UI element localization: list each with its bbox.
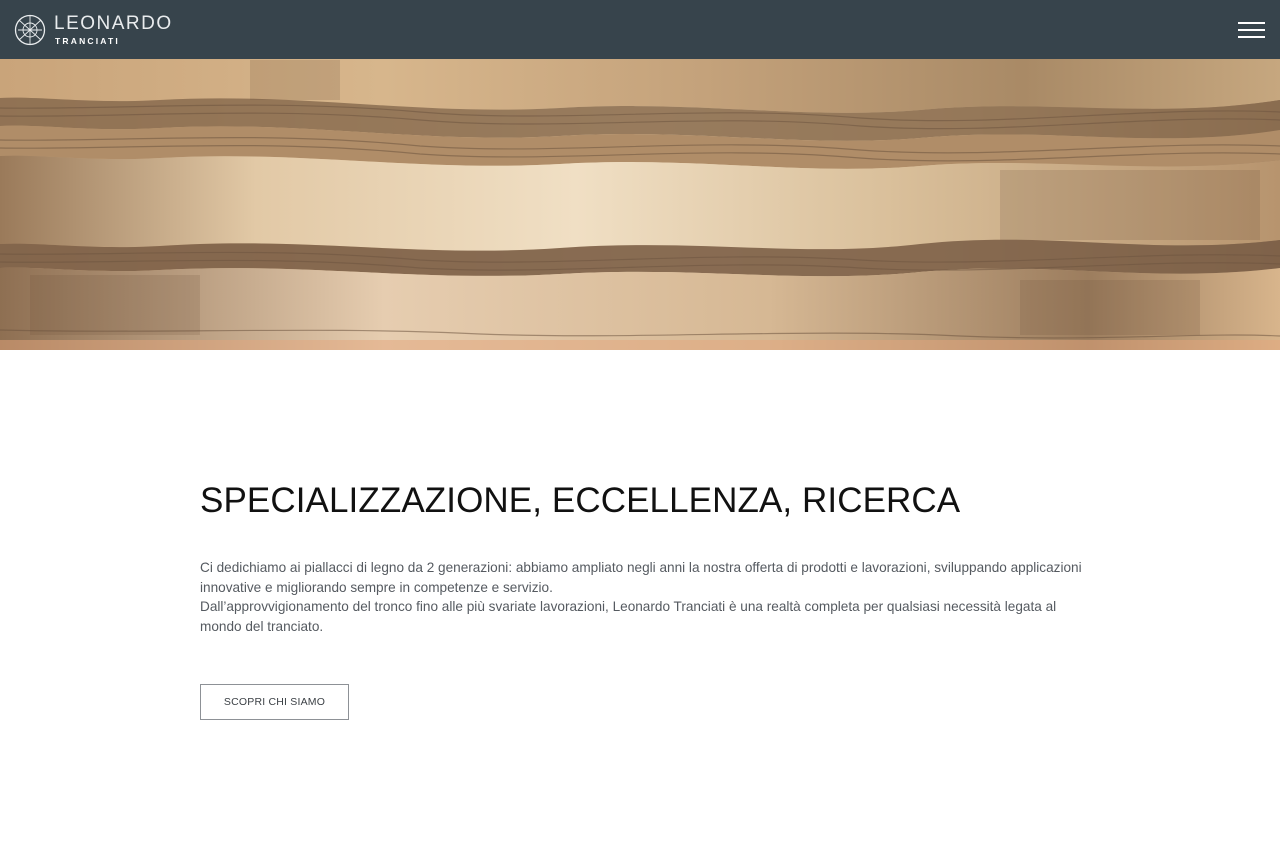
section-headline: SPECIALIZZAZIONE, ECCELLENZA, RICERCA [200, 481, 961, 520]
brand-subtitle: TRANCIATI [55, 36, 120, 47]
logo-mark-icon [14, 14, 46, 46]
hamburger-menu-icon[interactable] [1238, 21, 1265, 39]
top-navigation-bar: LEONARDO TRANCIATI [0, 0, 1280, 59]
intro-paragraph-1: Ci dedichiamo ai piallacci di legno da 2… [200, 560, 1082, 595]
intro-text: Ci dedichiamo ai piallacci di legno da 2… [200, 558, 1100, 636]
brand-name: LEONARDO [54, 13, 173, 35]
intro-paragraph-2: Dall’approvvigionamento del tronco fino … [200, 599, 1057, 634]
intro-section: SPECIALIZZAZIONE, ECCELLENZA, RICERCA Ci… [200, 478, 1100, 636]
discover-about-us-button[interactable]: SCOPRI CHI SIAMO [200, 684, 349, 720]
brand-logo[interactable]: LEONARDO TRANCIATI [14, 12, 173, 48]
